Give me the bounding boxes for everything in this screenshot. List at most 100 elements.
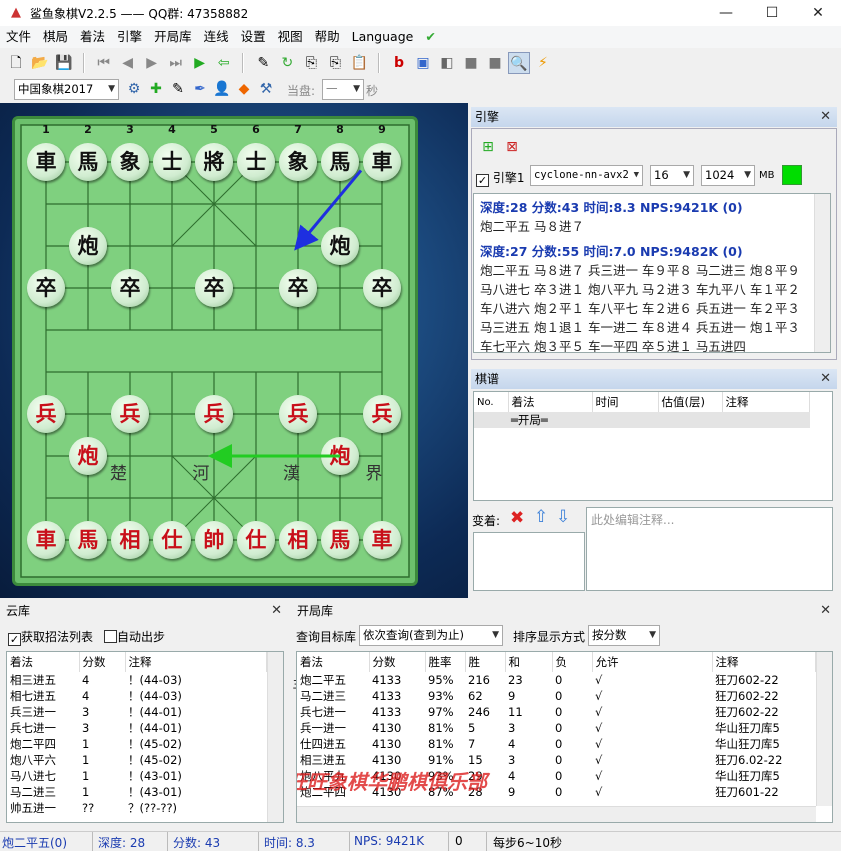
back-arrow-icon[interactable]: ⇦ [213, 52, 235, 74]
search-icon[interactable]: 🔍 [507, 52, 530, 74]
save-icon[interactable]: 💾 [53, 52, 75, 74]
black-piece[interactable]: 卒 [111, 269, 149, 307]
minimize-button[interactable]: — [703, 0, 749, 26]
edit-board-icon[interactable]: ✎ [252, 52, 274, 74]
auto-move-checkbox[interactable]: 自动出步 [104, 628, 165, 645]
table-row[interactable]: 仕四进五 4130 81% 7 4 0 √ 华山狂刀库5 [297, 736, 816, 752]
menu-help[interactable]: 帮助 [309, 26, 346, 48]
new-file-icon[interactable]: 🗋 [5, 52, 27, 74]
black-piece[interactable]: 將 [195, 143, 233, 181]
black-piece[interactable]: 卒 [279, 269, 317, 307]
black-piece[interactable]: 馬 [321, 143, 359, 181]
prev-move-icon[interactable]: ◀ [117, 52, 139, 74]
black-piece[interactable]: 士 [153, 143, 191, 181]
opening-scrollbar-v[interactable] [816, 652, 832, 806]
black-piece[interactable]: 卒 [363, 269, 401, 307]
table-row[interactable]: 相七进五 4 ！(44-03) [7, 688, 267, 704]
menu-game[interactable]: 棋局 [37, 26, 74, 48]
refresh-icon[interactable]: ↻ [276, 52, 298, 74]
move-down-icon[interactable]: ⇩ [556, 507, 570, 527]
red-piece[interactable]: 車 [27, 521, 65, 559]
red-piece[interactable]: 炮 [321, 437, 359, 475]
menu-moves[interactable]: 着法 [74, 26, 111, 48]
close-button[interactable]: ✕ [795, 0, 841, 26]
red-piece[interactable]: 兵 [279, 395, 317, 433]
black-piece[interactable]: 馬 [69, 143, 107, 181]
red-piece[interactable]: 帥 [195, 521, 233, 559]
bold-b-icon[interactable]: b [388, 52, 410, 74]
table-row[interactable]: 相三进五 4 ！(44-03) [7, 672, 267, 688]
table-row[interactable]: 兵七进一 4133 97% 246 11 0 √ 狂刀602-22 [297, 704, 816, 720]
layout-1-icon[interactable]: ▣ [412, 52, 434, 74]
black-piece[interactable]: 象 [279, 143, 317, 181]
move-up-icon[interactable]: ⇧ [534, 507, 548, 527]
copy-fen-icon[interactable]: ⎘ [324, 52, 346, 74]
note-editor[interactable]: 此处编辑注释... [586, 507, 833, 591]
table-row[interactable]: 马二进三 1 ！(43-01) [7, 784, 267, 800]
eraser-icon[interactable]: ◆ [233, 78, 255, 100]
menu-engine[interactable]: 引擎 [111, 26, 148, 48]
engine-enable-checkbox[interactable]: ✓ 引擎1 [476, 169, 524, 187]
variant-select[interactable]: 中国象棋2017 ▼ [14, 79, 119, 100]
engine-icon[interactable]: ⚙ [123, 78, 145, 100]
table-row[interactable]: 炮二平五 4133 95% 216 23 0 √ 狂刀602-22 [297, 672, 816, 688]
opening-scrollbar-h[interactable] [297, 806, 816, 822]
play-icon[interactable]: ▶ [189, 52, 211, 74]
black-piece[interactable]: 車 [27, 143, 65, 181]
red-piece[interactable]: 馬 [321, 521, 359, 559]
last-move-icon[interactable]: ⏭ [165, 52, 187, 74]
menu-connect[interactable]: 连线 [198, 26, 235, 48]
table-row[interactable]: 炮二平四 1 ！(45-02) [7, 736, 267, 752]
engine-name-select[interactable]: cyclone-nn-avx2 ▼ [530, 165, 643, 186]
red-piece[interactable]: 兵 [363, 395, 401, 433]
red-piece[interactable]: 相 [111, 521, 149, 559]
fetch-moves-checkbox[interactable]: ✓ 获取招法列表 [8, 628, 93, 646]
remove-engine-icon[interactable]: ⊠ [501, 136, 523, 158]
current-board-select[interactable]: 一 ▼ [322, 79, 364, 100]
black-piece[interactable]: 象 [111, 143, 149, 181]
table-row[interactable]: 马二进三 4133 93% 62 9 0 √ 狂刀602-22 [297, 688, 816, 704]
menu-settings[interactable]: 设置 [235, 26, 272, 48]
menu-file[interactable]: 文件 [0, 26, 37, 48]
sort-select[interactable]: 按分数 ▼ [588, 625, 660, 646]
table-row[interactable]: 炮八平六 1 ！(45-02) [7, 752, 267, 768]
engine-scrollbar[interactable] [814, 194, 830, 352]
black-piece[interactable]: 卒 [27, 269, 65, 307]
table-row[interactable]: 兵三进一 3 ！(44-01) [7, 704, 267, 720]
threads-select[interactable]: 16 ▼ [650, 165, 694, 186]
hash-select[interactable]: 1024 ▼ [701, 165, 755, 186]
delete-variation-icon[interactable]: ✖ [510, 508, 524, 528]
first-move-icon[interactable]: ⏮ [93, 52, 115, 74]
paste-icon[interactable]: 📋 [348, 52, 370, 74]
black-piece[interactable]: 炮 [69, 227, 107, 265]
menu-opening-book[interactable]: 开局库 [148, 26, 198, 48]
cloud-scrollbar[interactable] [267, 652, 283, 822]
query-target-select[interactable]: 依次查询(查到为止) ▼ [359, 625, 503, 646]
red-piece[interactable]: 仕 [237, 521, 275, 559]
black-piece[interactable]: 卒 [195, 269, 233, 307]
close-icon[interactable]: ✕ [820, 107, 831, 127]
black-piece[interactable]: 車 [363, 143, 401, 181]
open-folder-icon[interactable]: 📂 [29, 52, 51, 74]
lightning-icon[interactable]: ⚡ [532, 52, 554, 74]
layout-3-icon[interactable]: ■ [460, 52, 482, 74]
maximize-button[interactable]: ☐ [749, 0, 795, 26]
close-icon[interactable]: ✕ [271, 601, 282, 621]
pen-icon[interactable]: ✒ [189, 78, 211, 100]
menu-language[interactable]: Language [346, 26, 420, 48]
close-icon[interactable]: ✕ [820, 601, 831, 621]
tool-icon[interactable]: ⚒ [255, 78, 277, 100]
variations-list[interactable] [473, 532, 585, 591]
black-piece[interactable]: 炮 [321, 227, 359, 265]
table-row[interactable]: 马八进七 1 ！(43-01) [7, 768, 267, 784]
table-row[interactable]: ═开局═ [474, 412, 810, 428]
red-piece[interactable]: 炮 [69, 437, 107, 475]
copy-icon[interactable]: ⎘ [300, 52, 322, 74]
table-row[interactable]: 兵一进一 4130 81% 5 3 0 √ 华山狂刀库5 [297, 720, 816, 736]
red-piece[interactable]: 馬 [69, 521, 107, 559]
edit-icon[interactable]: ✎ [167, 78, 189, 100]
add-icon[interactable]: ✚ [145, 78, 167, 100]
xiangqi-board[interactable]: 123456789 九八七六五四三二一 楚 河 漢 界 車馬象士將士象馬車炮炮卒… [12, 116, 418, 691]
red-piece[interactable]: 仕 [153, 521, 191, 559]
menu-view[interactable]: 视图 [272, 26, 309, 48]
